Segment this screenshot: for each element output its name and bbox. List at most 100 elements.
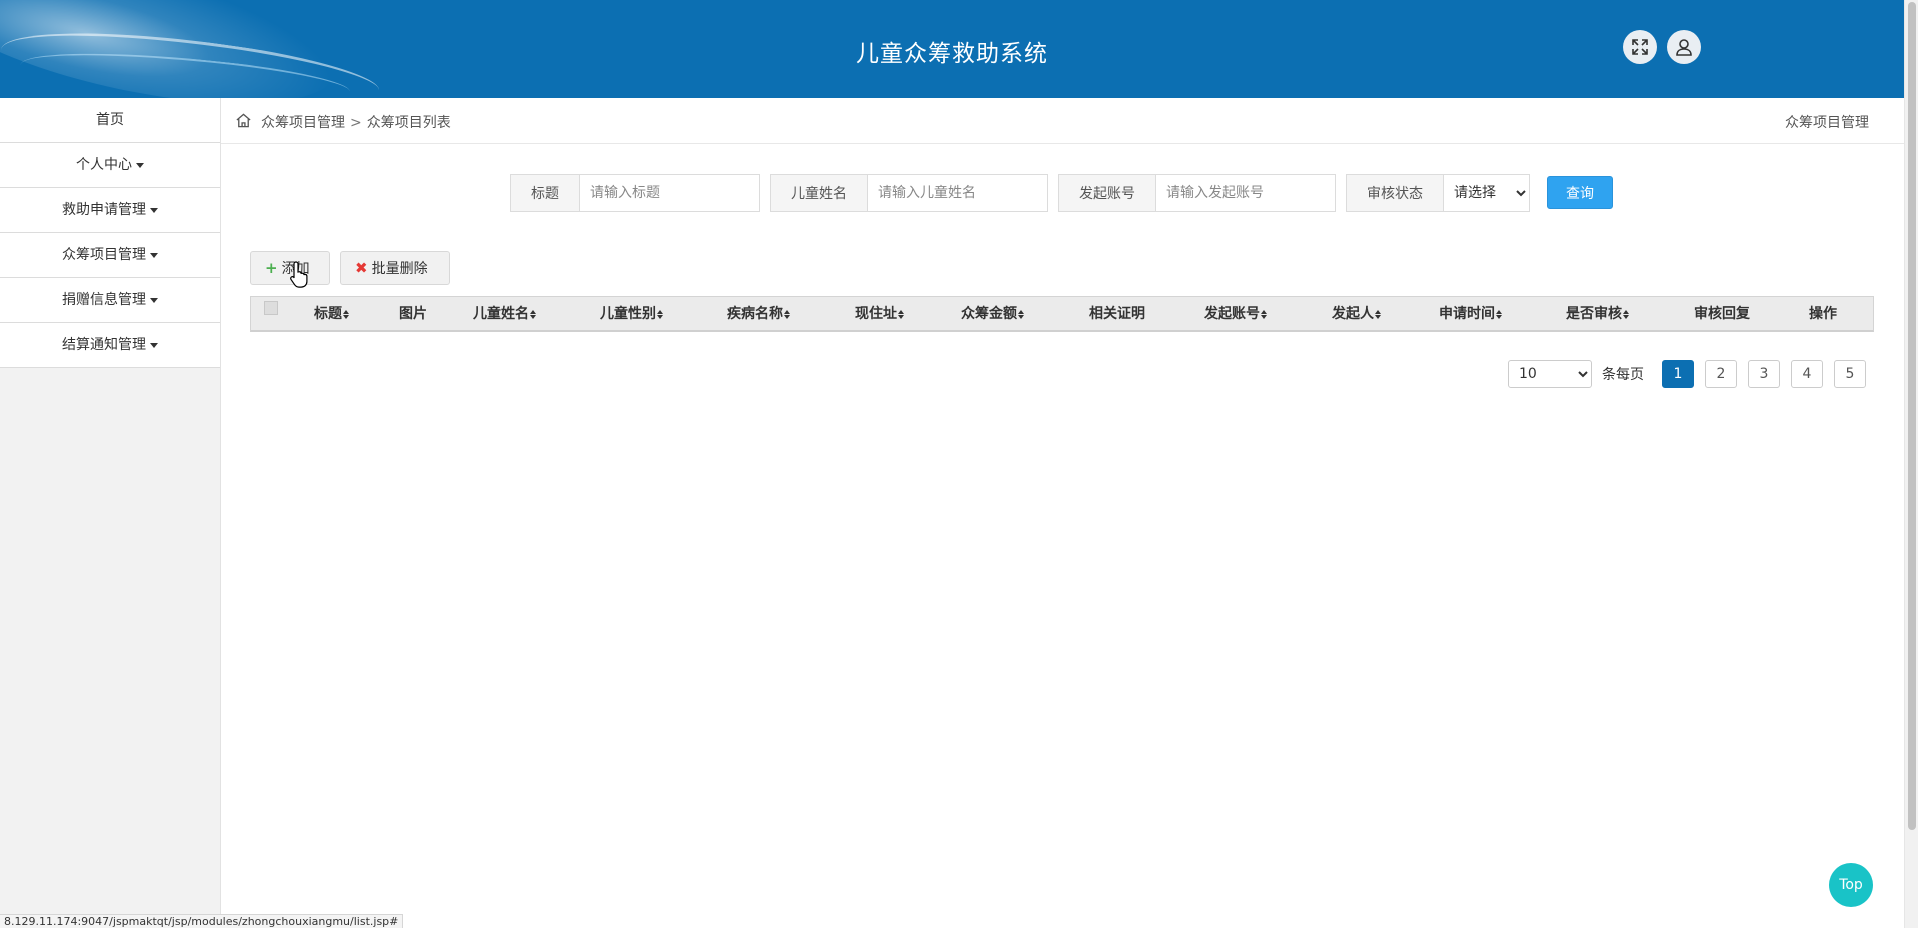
table-header: 标题 图片 儿童姓名 儿童性别 疾病名称 现住址 众筹金额 相关证明 发起账号 …	[250, 296, 1874, 332]
page-button-4[interactable]: 4	[1791, 360, 1823, 388]
sort-icon	[343, 309, 349, 319]
scrollbar-thumb[interactable]	[1908, 2, 1916, 830]
column-label: 儿童性别	[600, 306, 656, 322]
plus-icon: +	[265, 259, 278, 277]
sidebar-item-crowdfunding-project[interactable]: 众筹项目管理	[0, 233, 220, 278]
vertical-scrollbar[interactable]	[1904, 0, 1918, 928]
caret-down-icon	[150, 297, 158, 303]
search-account-label: 发起账号	[1059, 175, 1156, 211]
column-header-account[interactable]: 发起账号	[1204, 297, 1267, 331]
sidebar-item-settlement-notice[interactable]: 结算通知管理	[0, 323, 220, 368]
page-button-1[interactable]: 1	[1662, 360, 1694, 388]
user-icon	[1676, 39, 1692, 56]
column-label: 申请时间	[1439, 306, 1495, 322]
search-child-name-group: 儿童姓名	[770, 174, 1048, 212]
breadcrumb-level-1[interactable]: 众筹项目管理	[261, 115, 345, 131]
breadcrumb-level-2: 众筹项目列表	[366, 115, 451, 131]
sort-icon	[1496, 309, 1502, 319]
column-label: 众筹金额	[961, 306, 1017, 322]
column-label: 标题	[314, 306, 342, 322]
search-title-label: 标题	[511, 175, 580, 211]
page-button-3[interactable]: 3	[1748, 360, 1780, 388]
column-label: 图片	[399, 306, 427, 322]
column-header-amount[interactable]: 众筹金额	[961, 297, 1024, 331]
column-label: 儿童姓名	[473, 306, 529, 322]
select-all-checkbox[interactable]	[264, 301, 278, 315]
column-header-child-gender[interactable]: 儿童性别	[600, 297, 663, 331]
sidebar-item-label: 首页	[96, 112, 124, 128]
column-header-reviewed[interactable]: 是否审核	[1566, 297, 1629, 331]
search-status-select[interactable]: 请选择	[1444, 175, 1529, 211]
sidebar-item-label: 众筹项目管理	[62, 247, 146, 263]
sidebar-item-donation-info[interactable]: 捐赠信息管理	[0, 278, 220, 323]
sort-icon	[1018, 309, 1024, 319]
column-label: 发起账号	[1204, 306, 1260, 322]
column-label: 现住址	[855, 306, 897, 322]
sort-icon	[657, 309, 663, 319]
page: 儿童众筹救助系统 首页 个人中心 救助申请管理 众筹项目管理 捐赠信息管理 结算…	[0, 0, 1918, 928]
fullscreen-button[interactable]	[1623, 30, 1657, 64]
close-icon: ✖	[355, 259, 368, 277]
sidebar: 首页 个人中心 救助申请管理 众筹项目管理 捐赠信息管理 结算通知管理	[0, 98, 221, 928]
status-bar-url: 8.129.11.174:9047/jspmaktqt/jsp/modules/…	[0, 914, 404, 928]
search-title-input[interactable]	[580, 175, 759, 211]
sidebar-item-label: 个人中心	[76, 157, 132, 173]
sidebar-item-label: 捐赠信息管理	[62, 292, 146, 308]
sort-icon	[1623, 309, 1629, 319]
column-header-image: 图片	[399, 297, 427, 331]
column-label: 疾病名称	[727, 306, 783, 322]
column-header-apply-time[interactable]: 申请时间	[1439, 297, 1502, 331]
caret-down-icon	[136, 162, 144, 168]
caret-down-icon	[150, 342, 158, 348]
column-header-child-name[interactable]: 儿童姓名	[473, 297, 536, 331]
column-header-address[interactable]: 现住址	[855, 297, 904, 331]
search-child-name-label: 儿童姓名	[771, 175, 868, 211]
page-button-5[interactable]: 5	[1834, 360, 1866, 388]
sidebar-item-label: 救助申请管理	[62, 202, 146, 218]
column-label: 操作	[1809, 306, 1837, 322]
page-button-2[interactable]: 2	[1705, 360, 1737, 388]
sidebar-item-label: 结算通知管理	[62, 337, 146, 353]
sort-icon	[784, 309, 790, 319]
sort-icon	[1375, 309, 1381, 319]
column-header-proof: 相关证明	[1089, 297, 1145, 331]
column-header-actions: 操作	[1809, 297, 1837, 331]
search-child-name-input[interactable]	[868, 175, 1047, 211]
page-size-label: 条每页	[1602, 367, 1644, 383]
expand-icon	[1632, 39, 1648, 55]
search-title-group: 标题	[510, 174, 760, 212]
search-status-group: 审核状态 请选择	[1346, 174, 1530, 212]
column-header-review-reply: 审核回复	[1694, 297, 1750, 331]
breadcrumb: 众筹项目管理 > 众筹项目列表 众筹项目管理	[221, 98, 1904, 144]
hand-cursor-icon	[290, 261, 308, 288]
page-title: 众筹项目管理	[1785, 115, 1869, 131]
user-button[interactable]	[1667, 30, 1701, 64]
breadcrumb-path: 众筹项目管理 > 众筹项目列表	[261, 112, 451, 132]
search-status-label: 审核状态	[1347, 175, 1444, 211]
column-label: 相关证明	[1089, 306, 1145, 322]
column-header-title[interactable]: 标题	[314, 297, 349, 331]
column-label: 是否审核	[1566, 306, 1622, 322]
column-header-disease-name[interactable]: 疾病名称	[727, 297, 790, 331]
caret-down-icon	[150, 207, 158, 213]
caret-down-icon	[150, 252, 158, 258]
sidebar-item-personal-center[interactable]: 个人中心	[0, 143, 220, 188]
sidebar-item-aid-application[interactable]: 救助申请管理	[0, 188, 220, 233]
breadcrumb-separator: >	[350, 115, 362, 131]
page-size-select[interactable]: 10	[1508, 360, 1592, 388]
header-bar: 儿童众筹救助系统	[0, 0, 1904, 98]
app-title: 儿童众筹救助系统	[856, 41, 1048, 67]
column-label: 发起人	[1332, 306, 1374, 322]
search-account-group: 发起账号	[1058, 174, 1336, 212]
search-account-input[interactable]	[1156, 175, 1335, 211]
sort-icon	[1261, 309, 1267, 319]
batch-delete-label: 批量删除	[371, 261, 428, 277]
sidebar-item-home[interactable]: 首页	[0, 98, 220, 143]
sort-icon	[898, 309, 904, 319]
query-button[interactable]: 查询	[1547, 176, 1613, 209]
home-icon[interactable]	[235, 112, 252, 129]
back-to-top-button[interactable]: Top	[1829, 863, 1873, 907]
column-header-initiator[interactable]: 发起人	[1332, 297, 1381, 331]
batch-delete-button[interactable]: ✖ 批量删除	[340, 251, 450, 285]
column-label: 审核回复	[1694, 306, 1750, 322]
